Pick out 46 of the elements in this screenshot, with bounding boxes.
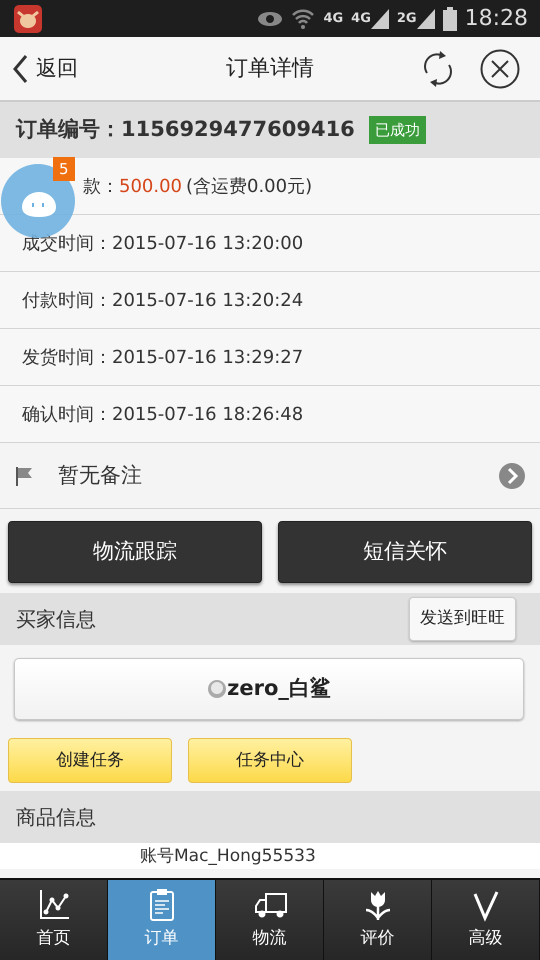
remark-text: 暂无备注 bbox=[58, 462, 142, 489]
avatar-icon bbox=[207, 679, 228, 699]
order-number-label: 订单编号： bbox=[16, 116, 121, 144]
detail-label: 付款时间： bbox=[22, 288, 112, 312]
network-label: 4G bbox=[323, 10, 344, 28]
wifi-icon bbox=[291, 6, 316, 30]
network-label: 2G bbox=[396, 10, 417, 28]
chevron-left-icon bbox=[12, 54, 28, 84]
task-button[interactable]: 创建任务 bbox=[8, 738, 172, 783]
detail-label: 确认时间： bbox=[22, 402, 112, 426]
detail-value: 2015-07-16 18:26:48 bbox=[112, 402, 304, 426]
eye-icon bbox=[257, 10, 284, 28]
action-button[interactable]: 短信关怀 bbox=[278, 521, 532, 583]
section-title: 商品信息 bbox=[16, 804, 96, 831]
amount-value: 500.00 bbox=[119, 174, 182, 198]
signal-icon bbox=[370, 8, 389, 28]
tab[interactable]: 首页 bbox=[0, 880, 108, 960]
detail-value: 2015-07-16 13:20:24 bbox=[112, 288, 304, 312]
notification-badge: 5 bbox=[53, 157, 75, 181]
signal-icon bbox=[416, 8, 435, 28]
detail-label: 成交时间： bbox=[22, 232, 112, 256]
section-title: 买家信息 bbox=[16, 606, 96, 633]
detail-value: 2015-07-16 13:29:27 bbox=[112, 346, 304, 370]
shipping-note: (含运费0.00元) bbox=[186, 174, 312, 198]
tab[interactable]: 物流 bbox=[216, 880, 324, 960]
flag-icon bbox=[14, 466, 34, 486]
send-button[interactable]: 发送到旺旺 bbox=[409, 597, 516, 641]
network-label: 4G bbox=[351, 10, 371, 28]
app-icon bbox=[14, 4, 42, 32]
back-button[interactable]: 返回 bbox=[12, 52, 78, 84]
detail-value: 2015-07-16 13:20:00 bbox=[112, 232, 304, 256]
buyer-name-button[interactable]: zero_白鲨 bbox=[14, 658, 524, 720]
clock-time: 18:28 bbox=[464, 5, 528, 33]
order-number: 1156929477609416 bbox=[121, 116, 355, 144]
task-button[interactable]: 任务中心 bbox=[188, 738, 352, 783]
product-title: 账号Mac_Hong55533 bbox=[140, 846, 316, 866]
action-button[interactable]: 物流跟踪 bbox=[8, 521, 262, 583]
tab[interactable]: 高级 bbox=[432, 880, 540, 960]
close-icon[interactable] bbox=[480, 48, 520, 88]
battery-icon bbox=[442, 6, 457, 30]
chevron-right-icon[interactable] bbox=[498, 462, 526, 490]
page-title: 订单详情 bbox=[226, 55, 314, 83]
status-tag: 已成功 bbox=[368, 116, 426, 144]
detail-label: 发货时间： bbox=[22, 346, 112, 370]
tab[interactable]: 评价 bbox=[324, 880, 432, 960]
detail-label: 款： bbox=[82, 174, 119, 198]
